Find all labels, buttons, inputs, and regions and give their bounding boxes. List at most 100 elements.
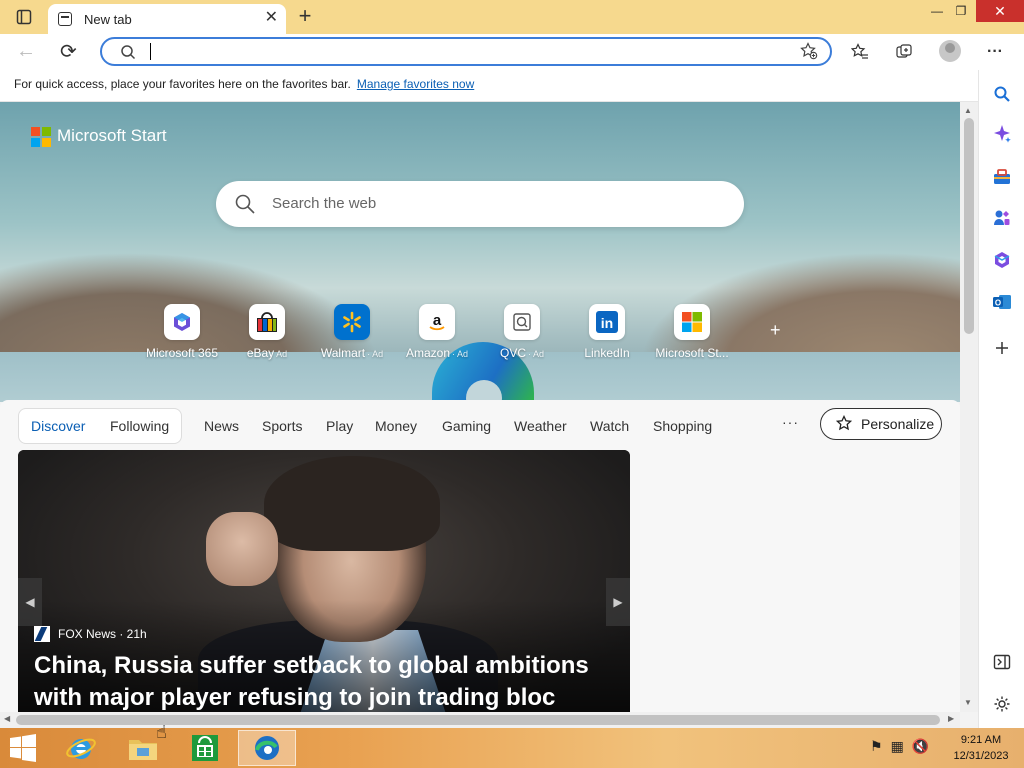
sidebar-settings-gear-icon[interactable]: [990, 692, 1014, 716]
add-favorite-icon[interactable]: [800, 42, 818, 65]
start-button[interactable]: [8, 734, 38, 762]
horizontal-scrollbar[interactable]: ◀ ▶: [0, 712, 960, 728]
tab-discover[interactable]: Discover: [31, 418, 85, 434]
favorites-bar: For quick access, place your favorites h…: [0, 70, 978, 102]
tab-close-button[interactable]: ✕: [265, 10, 278, 26]
back-button[interactable]: ←: [16, 40, 36, 63]
new-tab-button[interactable]: +: [292, 4, 318, 30]
edge-sidebar: O: [978, 70, 1024, 728]
vertical-scrollbar[interactable]: ▲ ▼: [960, 102, 978, 712]
quick-link-microsoft365[interactable]: Microsoft 365: [140, 304, 224, 364]
more-categories-button[interactable]: ···: [782, 414, 799, 430]
microsoft365-sidebar-icon[interactable]: [990, 248, 1014, 272]
ebay-icon: [249, 304, 285, 340]
outlook-icon[interactable]: O: [990, 290, 1014, 314]
tab-actions-button[interactable]: [10, 6, 38, 28]
action-center-flag-icon[interactable]: ⚑: [870, 738, 883, 755]
tab-actions-icon: [16, 9, 32, 25]
browser-toolbar: ← ⟳ ···: [0, 34, 1024, 70]
network-icon[interactable]: ▦: [891, 738, 904, 755]
scroll-down-arrow[interactable]: ▼: [964, 698, 972, 707]
scroll-up-arrow[interactable]: ▲: [964, 106, 972, 115]
quick-link-label: Microsoft St...: [655, 346, 729, 360]
web-search-box[interactable]: Search the web: [216, 181, 744, 227]
walmart-icon: [334, 304, 370, 340]
svg-text:a: a: [433, 312, 442, 329]
quick-link-qvc[interactable]: QVC · Ad: [480, 304, 564, 364]
news-card[interactable]: ◀ ▶ FOX News · 21h China, Russia suffer …: [18, 450, 630, 712]
search-icon: [120, 44, 136, 65]
tab-shopping[interactable]: Shopping: [653, 418, 712, 434]
address-bar[interactable]: [100, 37, 832, 66]
personalize-button[interactable]: Personalize: [820, 408, 942, 440]
maximize-button[interactable]: ❐: [946, 0, 976, 22]
tab-weather[interactable]: Weather: [514, 418, 567, 434]
brand-title[interactable]: Microsoft Start: [57, 126, 167, 146]
tab-sports[interactable]: Sports: [262, 418, 302, 434]
quick-link-label: Walmart: [320, 346, 366, 360]
quick-link-linkedin[interactable]: in LinkedIn: [565, 304, 649, 364]
favorites-bar-message: For quick access, place your favorites h…: [14, 77, 351, 91]
person-hair: [264, 456, 440, 551]
scroll-right-arrow[interactable]: ▶: [948, 714, 954, 723]
card-headline[interactable]: China, Russia suffer setback to global a…: [34, 650, 624, 712]
address-input[interactable]: [150, 42, 790, 62]
hero-background: Microsoft Start Search the web Microsoft…: [0, 102, 960, 402]
add-sidebar-app-icon[interactable]: [990, 336, 1014, 360]
carousel-prev-button[interactable]: ◀: [18, 578, 42, 626]
svg-text:O: O: [995, 299, 1001, 308]
tab-gaming[interactable]: Gaming: [442, 418, 491, 434]
quick-link-walmart[interactable]: Walmart · Ad: [310, 304, 394, 364]
quick-link-microsoft-store[interactable]: Microsoft St...: [650, 304, 734, 364]
tab-money[interactable]: Money: [375, 418, 417, 434]
taskbar-internet-explorer[interactable]: [52, 730, 110, 766]
tab-following[interactable]: Following: [110, 418, 169, 434]
sidebar-search-icon[interactable]: [990, 82, 1014, 106]
title-bar: New tab ✕ + — ❐ ✕: [0, 0, 1024, 34]
manage-favorites-link[interactable]: Manage favorites now: [357, 77, 474, 91]
fox-news-icon: [34, 626, 50, 642]
refresh-button[interactable]: ⟳: [60, 39, 77, 64]
text-caret: [150, 43, 151, 60]
tab-title: New tab: [84, 11, 132, 27]
tab-news[interactable]: News: [204, 418, 239, 434]
system-clock[interactable]: 9:21 AM 12/31/2023: [946, 732, 1016, 764]
taskbar-edge[interactable]: [238, 730, 296, 766]
quick-link-label: LinkedIn: [584, 346, 630, 360]
windows-logo-icon: [10, 734, 36, 762]
favorites-icon[interactable]: [849, 41, 871, 63]
games-icon[interactable]: [990, 206, 1014, 230]
shopping-icon[interactable]: [990, 165, 1014, 189]
clock-date: 12/31/2023: [953, 750, 1009, 762]
scroll-left-arrow[interactable]: ◀: [4, 714, 10, 723]
search-icon: [234, 193, 256, 220]
news-feed: Discover Following News Sports Play Mone…: [0, 400, 960, 712]
tab-watch[interactable]: Watch: [590, 418, 629, 434]
vertical-scroll-thumb[interactable]: [964, 118, 974, 334]
volume-muted-icon[interactable]: 🔇: [912, 738, 929, 755]
web-search-placeholder: Search the web: [272, 195, 377, 212]
quick-link-amazon[interactable]: a Amazon · Ad: [395, 304, 479, 364]
internet-explorer-icon: [66, 738, 96, 759]
quick-link-label: eBay: [246, 346, 275, 360]
hide-sidebar-icon[interactable]: [990, 650, 1014, 674]
add-quick-link-button[interactable]: +: [770, 320, 781, 341]
close-button[interactable]: ✕: [976, 0, 1024, 22]
quick-link-label: QVC: [499, 346, 526, 360]
settings-more-button[interactable]: ···: [984, 41, 1006, 63]
tab-play[interactable]: Play: [326, 418, 353, 434]
collections-icon[interactable]: [893, 41, 915, 63]
quick-link-ebay[interactable]: eBay Ad: [225, 304, 309, 364]
browser-tab[interactable]: New tab ✕: [48, 4, 286, 34]
store-icon: [192, 735, 218, 761]
clock-time: 9:21 AM: [960, 734, 1002, 746]
horizontal-scroll-thumb[interactable]: [16, 715, 940, 725]
ad-badge: Ad: [276, 349, 288, 359]
file-explorer-icon: [129, 740, 157, 760]
taskbar-store[interactable]: [176, 730, 234, 766]
carousel-next-button[interactable]: ▶: [606, 578, 630, 626]
copilot-sparkle-icon[interactable]: [990, 122, 1014, 146]
microsoft365-icon: [164, 304, 200, 340]
edge-icon: [255, 736, 279, 760]
profile-avatar[interactable]: [939, 40, 961, 62]
